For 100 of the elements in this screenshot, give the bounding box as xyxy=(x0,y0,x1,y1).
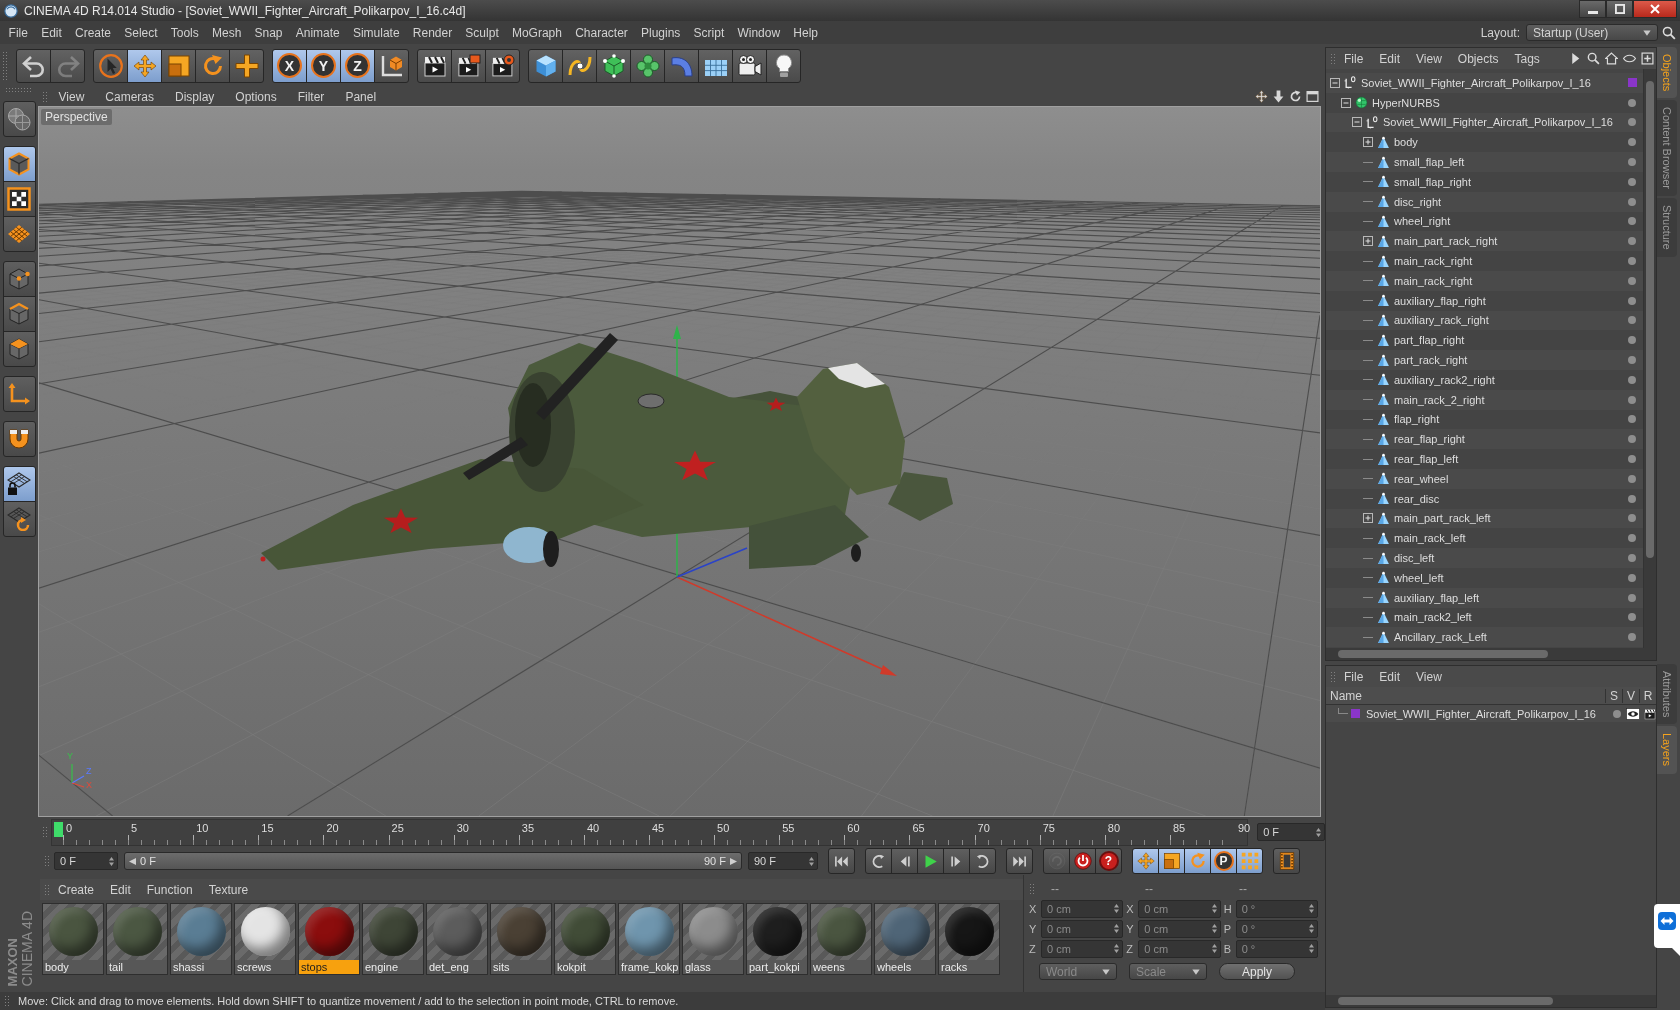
previous-frame-button[interactable] xyxy=(891,848,918,874)
menu-item[interactable]: View xyxy=(1408,48,1450,69)
side-tab[interactable]: Attributes xyxy=(1657,664,1677,725)
material-tile[interactable]: sits xyxy=(490,903,552,975)
layout-dropdown[interactable]: Startup (User) xyxy=(1526,24,1658,41)
menu-item[interactable]: Mesh xyxy=(205,21,248,44)
viewport-menu-item[interactable]: Cameras xyxy=(94,87,165,106)
go-to-start-button[interactable] xyxy=(828,848,855,874)
key-scale-button[interactable] xyxy=(1158,848,1185,874)
new-panel-button[interactable] xyxy=(1638,49,1656,68)
menu-item[interactable]: Edit xyxy=(1371,48,1409,69)
lock-workplane-button[interactable] xyxy=(2,466,36,502)
material-tile[interactable]: weens xyxy=(810,903,872,975)
polygons-button[interactable] xyxy=(2,331,36,367)
floor-button[interactable] xyxy=(698,48,733,83)
model-button[interactable] xyxy=(2,146,36,182)
expand-toggle-icon[interactable] xyxy=(1363,513,1373,524)
tree-row[interactable]: main_part_rack_right xyxy=(1326,231,1643,252)
visibility-dot-icon[interactable] xyxy=(1628,534,1636,543)
visibility-dot-icon[interactable] xyxy=(1628,177,1636,186)
collapse-toggle-icon[interactable] xyxy=(1341,97,1351,108)
menu-item[interactable]: Edit xyxy=(102,879,139,900)
maximize-button[interactable] xyxy=(1606,0,1633,18)
menu-item[interactable]: Script xyxy=(686,21,731,44)
key-parameter-button[interactable]: P xyxy=(1210,848,1237,874)
frame-range-slider[interactable]: 0 F 90 F xyxy=(124,852,742,870)
material-tile[interactable]: kokpit xyxy=(554,903,616,975)
menu-item[interactable]: Sculpt xyxy=(458,21,506,44)
visibility-dot-icon[interactable] xyxy=(1628,118,1636,127)
column-header[interactable]: R xyxy=(1639,688,1656,703)
render-settings-button[interactable] xyxy=(485,48,520,83)
visibility-dot-icon[interactable] xyxy=(1628,593,1636,602)
scale-button[interactable] xyxy=(161,48,196,83)
visibility-dot-icon[interactable] xyxy=(1628,276,1636,285)
edges-button[interactable] xyxy=(2,296,36,332)
tree-row[interactable]: main_part_rack_left xyxy=(1326,508,1643,529)
side-tab[interactable]: Layers xyxy=(1657,726,1677,774)
horizontal-scrollbar[interactable] xyxy=(1326,648,1656,660)
visibility-dot-icon[interactable] xyxy=(1628,336,1636,345)
visibility-dot-icon[interactable] xyxy=(1628,415,1636,424)
side-tab[interactable]: Content Browser xyxy=(1657,100,1677,197)
rotation-field[interactable]: 0 ° xyxy=(1235,939,1318,958)
visibility-dot-icon[interactable] xyxy=(1628,237,1636,246)
vertical-scrollbar[interactable] xyxy=(1643,69,1656,648)
key-pla-button[interactable] xyxy=(1236,848,1263,874)
position-field[interactable]: 0 cm xyxy=(1041,939,1124,958)
menu-item[interactable]: File xyxy=(1336,666,1372,687)
side-tab[interactable]: Objects xyxy=(1657,47,1677,99)
move-button[interactable] xyxy=(127,48,162,83)
cube-button[interactable] xyxy=(528,48,563,83)
size-field[interactable]: 0 cm xyxy=(1138,939,1221,958)
viewport-menu-item[interactable]: Display xyxy=(164,87,225,106)
visibility-dot-icon[interactable] xyxy=(1628,514,1636,523)
end-frame-field[interactable]: 90 F xyxy=(748,852,818,870)
column-header[interactable]: S xyxy=(1605,688,1622,703)
timeline-button[interactable] xyxy=(1273,848,1300,874)
material-tile[interactable]: frame_kokp xyxy=(618,903,680,975)
axis-lock-button[interactable]: X xyxy=(272,48,307,83)
camera-button[interactable] xyxy=(732,48,767,83)
menu-item[interactable]: Tags xyxy=(1506,48,1548,69)
axis-lock-button[interactable]: Y xyxy=(306,48,341,83)
tree-row[interactable]: rear_flap_right xyxy=(1326,429,1643,450)
menu-item[interactable]: View xyxy=(1408,666,1450,687)
visibility-dot-icon[interactable] xyxy=(1628,395,1636,404)
material-tile[interactable]: screws xyxy=(234,903,296,975)
menu-item[interactable]: File xyxy=(2,21,35,44)
side-tab[interactable]: Structure xyxy=(1657,198,1677,257)
menu-item[interactable]: Edit xyxy=(34,21,69,44)
rotation-field[interactable]: 0 ° xyxy=(1235,919,1318,938)
visibility-dot-icon[interactable] xyxy=(1628,158,1636,167)
texture-button[interactable] xyxy=(2,181,36,217)
select-button[interactable] xyxy=(93,48,128,83)
apply-button[interactable]: Apply xyxy=(1219,963,1295,980)
key-rotation-button[interactable] xyxy=(1184,848,1211,874)
magnet-button[interactable] xyxy=(2,421,36,457)
visibility-dot-icon[interactable] xyxy=(1628,455,1636,464)
visibility-dot-icon[interactable] xyxy=(1628,375,1636,384)
viewport-menu-item[interactable]: View xyxy=(48,87,95,106)
menu-item[interactable]: Render xyxy=(406,21,459,44)
size-field[interactable]: 0 cm xyxy=(1138,919,1221,938)
menu-item[interactable]: Texture xyxy=(200,879,257,900)
axis-lock-button[interactable]: Z xyxy=(340,48,375,83)
expand-toggle-icon[interactable] xyxy=(1363,137,1373,148)
tree-row[interactable]: part_rack_right xyxy=(1326,350,1643,370)
viewport-menu-item[interactable]: Filter xyxy=(287,87,335,106)
next-key-button[interactable] xyxy=(969,848,996,874)
collapse-toggle-icon[interactable] xyxy=(1352,117,1362,128)
menu-item[interactable]: Snap xyxy=(247,21,290,44)
material-tile[interactable]: stops xyxy=(298,903,360,975)
menu-item[interactable]: Tools xyxy=(164,21,206,44)
menu-item[interactable]: Window xyxy=(730,21,787,44)
menu-item[interactable]: Help xyxy=(786,21,825,44)
tree-row[interactable]: auxiliary_flap_left xyxy=(1326,587,1643,608)
playhead-marker[interactable] xyxy=(54,821,63,837)
size-field[interactable]: 0 cm xyxy=(1138,899,1221,918)
visibility-dot-icon[interactable] xyxy=(1628,494,1636,503)
render-view-button[interactable] xyxy=(417,48,452,83)
menu-item[interactable]: MoGraph xyxy=(505,21,569,44)
tree-row[interactable]: auxiliary_rack_right xyxy=(1326,310,1643,331)
visibility-dot-icon[interactable] xyxy=(1628,217,1636,226)
